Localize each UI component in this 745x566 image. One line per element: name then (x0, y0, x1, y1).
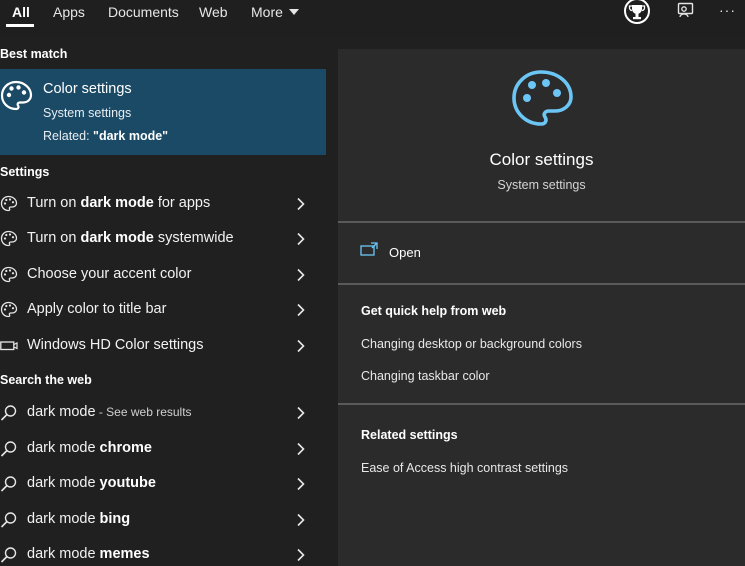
web-result-dark-mode-bing[interactable]: dark mode bing (0, 503, 326, 538)
tab-documents-label: Documents (108, 4, 179, 20)
active-tab-indicator (6, 24, 34, 27)
search-scope-bar: All Apps Documents Web More ··· (0, 0, 745, 37)
settings-item-dark-mode-apps[interactable]: Turn on dark mode for apps (0, 187, 326, 222)
search-icon (0, 441, 17, 457)
results-list: Best match Color settings System setting… (0, 37, 326, 566)
related-settings-header: Related settings (361, 428, 458, 442)
caret-down-icon (288, 9, 299, 15)
best-match-related: Related: "dark mode" (43, 129, 168, 143)
quick-help-link-desktop-colors[interactable]: Changing desktop or background colors (361, 337, 582, 351)
tab-documents[interactable]: Documents (108, 0, 179, 27)
divider (338, 221, 745, 223)
preview-pane: Color settings System settings Open Get … (338, 49, 745, 566)
web-result-dark-mode-youtube[interactable]: dark mode youtube (0, 467, 326, 502)
chevron-right-icon (297, 513, 305, 527)
palette-icon (0, 301, 18, 318)
chevron-right-icon (297, 548, 305, 562)
chevron-right-icon (297, 197, 305, 211)
palette-icon (0, 195, 18, 212)
related-term: "dark mode" (93, 129, 169, 143)
preview-subtitle: System settings (497, 178, 586, 192)
web-result-label: dark mode chrome (27, 440, 152, 456)
settings-header: Settings (0, 165, 50, 179)
search-icon (0, 476, 17, 492)
tab-all[interactable]: All (12, 0, 30, 27)
quick-help-header: Get quick help from web (361, 304, 507, 318)
best-match-title: Color settings (43, 81, 132, 97)
settings-item-label: Turn on dark mode for apps (27, 195, 211, 211)
best-match-header: Best match (0, 47, 68, 61)
web-result-label: dark mode bing (27, 511, 131, 527)
chevron-right-icon (297, 442, 305, 456)
rewards-trophy-icon[interactable] (622, 0, 652, 26)
chevron-right-icon (297, 232, 305, 246)
preview-title: Color settings (489, 150, 594, 169)
more-options-icon[interactable]: ··· (719, 2, 736, 28)
chevron-right-icon (297, 339, 305, 353)
related-link-high-contrast[interactable]: Ease of Access high contrast settings (361, 461, 568, 475)
tab-web-label: Web (199, 4, 228, 20)
search-icon (0, 547, 17, 563)
chevron-right-icon (297, 268, 305, 282)
web-result-label: dark mode memes (27, 546, 150, 562)
divider (338, 403, 745, 405)
tab-more-label: More (251, 4, 283, 20)
web-result-label: dark mode youtube (27, 475, 156, 491)
search-icon (0, 512, 17, 528)
web-result-dark-mode-memes[interactable]: dark mode memes (0, 538, 326, 566)
best-match-subtitle: System settings (43, 106, 132, 120)
settings-item-label: Windows HD Color settings (27, 337, 204, 353)
best-match-result[interactable]: Color settings System settings Related: … (0, 69, 326, 155)
divider (338, 283, 745, 285)
related-prefix: Related: (43, 129, 94, 143)
settings-item-accent-color[interactable]: Choose your accent color (0, 258, 326, 293)
web-result-dark-mode-chrome[interactable]: dark mode chrome (0, 432, 326, 467)
tab-more[interactable]: More (251, 0, 299, 27)
web-result-dark-mode[interactable]: dark mode - See web results (0, 396, 326, 431)
quick-help-link-taskbar-color[interactable]: Changing taskbar color (361, 369, 490, 383)
chevron-right-icon (297, 477, 305, 491)
palette-icon (0, 266, 18, 283)
settings-item-dark-mode-systemwide[interactable]: Turn on dark mode systemwide (0, 222, 326, 257)
search-web-header: Search the web (0, 373, 92, 387)
open-action[interactable]: Open (360, 242, 560, 264)
search-icon (0, 405, 17, 421)
settings-item-title-bar-color[interactable]: Apply color to title bar (0, 293, 326, 328)
open-label: Open (389, 245, 421, 260)
settings-item-label: Apply color to title bar (27, 301, 167, 317)
chevron-right-icon (297, 406, 305, 420)
open-window-icon (360, 242, 378, 256)
more-options-glyph: ··· (719, 2, 736, 18)
web-result-label: dark mode - See web results (27, 404, 192, 420)
display-icon (0, 341, 18, 351)
tab-all-label: All (12, 4, 30, 20)
settings-item-hd-color[interactable]: Windows HD Color settings (0, 329, 326, 364)
settings-item-label: Turn on dark mode systemwide (27, 230, 234, 246)
palette-icon (510, 67, 576, 138)
feedback-icon[interactable] (676, 0, 696, 26)
tab-apps[interactable]: Apps (53, 0, 85, 27)
settings-item-label: Choose your accent color (27, 266, 192, 282)
palette-icon (0, 79, 34, 118)
tab-apps-label: Apps (53, 4, 85, 20)
chevron-right-icon (297, 303, 305, 317)
palette-icon (0, 230, 18, 247)
tab-web[interactable]: Web (199, 0, 228, 27)
